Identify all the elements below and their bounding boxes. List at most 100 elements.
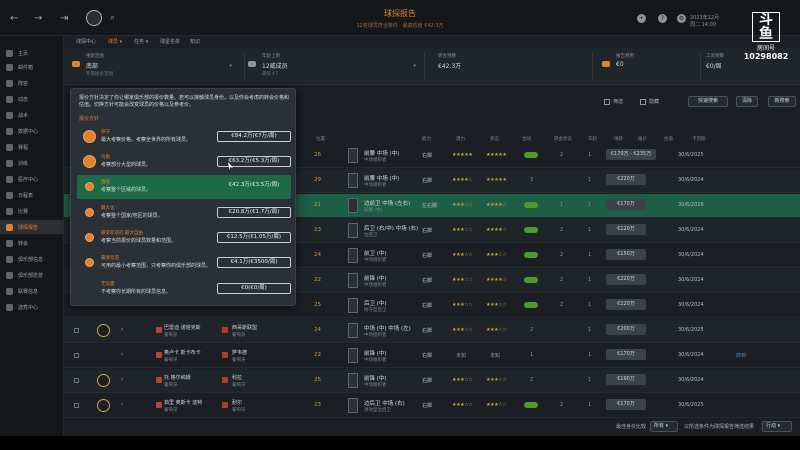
option-value: €84.2万(€7万/周) [217, 131, 291, 142]
sidebar-item-draft-center[interactable]: 选秀中心 [0, 300, 64, 314]
table-row[interactable]: › 奥卢卡 斯卡布卡 葡萄牙 萨韦德 葡萄牙 22 前锋 (中) 中场组织者 右… [64, 344, 800, 368]
column-header-age[interactable]: 年龄 [588, 136, 597, 142]
tab-knowledge[interactable]: 知识 [190, 38, 200, 45]
sidebar-item-schedule[interactable]: 赛程 [0, 140, 64, 154]
location-pin-icon[interactable]: • [637, 14, 646, 23]
sidebar-item-competitions[interactable]: 比赛 [0, 204, 64, 218]
option-value: €20.8万(€1.7万/周) [217, 207, 291, 218]
sidebar-item-data-hub[interactable]: 数据中心 [0, 124, 64, 138]
potential-stars: ★★★☆☆ [486, 327, 507, 333]
contract-expiry: 30/6/2025 [678, 327, 704, 333]
clear-button[interactable]: 清除 [736, 96, 758, 107]
quick-search-button[interactable]: 快速搜索 [688, 96, 728, 107]
column-header-contract[interactable]: 合同 [522, 136, 531, 142]
sidebar-label: 邮件箱 [18, 64, 34, 71]
sidebar-item-club-info[interactable]: 俱乐部信息 [0, 252, 64, 266]
sidebar-item-inbox[interactable]: 邮件箱 [0, 60, 64, 74]
filter-sub: 专属搜索范围 [86, 72, 113, 77]
back-arrow-icon[interactable]: ← [10, 13, 18, 24]
column-header-expiry[interactable]: 卡到期 [692, 136, 706, 142]
club-name[interactable]: 西哥斯联盟 [232, 324, 257, 331]
forward-arrow-icon[interactable]: → [34, 13, 42, 24]
tab-assignments[interactable]: 任务 ▾ [134, 38, 148, 45]
search-icon[interactable]: ⌕ [110, 13, 115, 23]
chevron-right-icon[interactable]: › [121, 326, 123, 333]
action-select[interactable]: 行动 ▾ [762, 421, 792, 432]
chevron-right-icon[interactable]: › [121, 351, 123, 358]
sidebar-label: 俱乐部信息 [18, 256, 44, 263]
tab-scouting-center[interactable]: 球探中心 [76, 38, 96, 45]
tab-shortlist[interactable]: 球星名单 [160, 38, 180, 45]
date-label: 2023年12月 [690, 15, 720, 21]
next-arrow-icon[interactable]: ⇥ [60, 13, 68, 24]
column-header-offer[interactable]: 报价 [638, 136, 647, 142]
filter-checkbox[interactable] [604, 99, 610, 105]
sidebar-item-club-vision[interactable]: 俱乐部愿景 [0, 268, 64, 282]
strategy-option-conservative[interactable]: 保守 最大考察价格。考察全世界的所有球员。 €84.2万(€7万/周) [77, 125, 291, 149]
club-name[interactable]: 科拉 [232, 374, 242, 381]
chevron-right-icon[interactable]: › [121, 401, 123, 408]
club-crest-icon [222, 377, 228, 383]
help-icon[interactable]: ? [658, 14, 667, 23]
strategy-option-balanced[interactable]: 均衡 考察部分大型的球员。 €63.2万(€5.3万/周) [77, 150, 291, 174]
go-to-link[interactable]: 转到 [736, 352, 746, 359]
sidebar-item-league-info[interactable]: 联赛信息 [0, 284, 64, 298]
chevron-right-icon[interactable]: › [121, 376, 123, 383]
player-name[interactable]: 奥卢卡 斯卡布卡 [164, 349, 201, 356]
column-header-potential[interactable]: 潜力 [456, 136, 465, 142]
top-bar: ← → ⇥ ⌕ 球探报告 12名球员符合条件 · 最高估值 €42.3万 • ?… [0, 0, 800, 36]
tab-players[interactable]: 球员 ▾ [108, 38, 122, 45]
scout-range-filter[interactable]: 搜索范围 南部 专属搜索范围 ▾ [72, 53, 236, 81]
row-checkbox[interactable] [74, 328, 79, 333]
column-header-transfer-status[interactable]: 转会状态 [554, 136, 572, 142]
table-row[interactable]: › 托 格尔纳姆 葡萄牙 科拉 葡萄牙 25 前锋 (中) 中场组织者 右脚 ★… [64, 369, 800, 393]
ability-stars: ★★★☆☆ [452, 227, 473, 233]
strategy-option-none[interactable]: 无设置 不考察你长期所有的球员信息。 €0(€0/周) [77, 277, 291, 301]
sidebar-item-medical[interactable]: 医疗中心 [0, 172, 64, 186]
column-header-ability[interactable]: 能力 [422, 136, 431, 142]
club-name[interactable]: 萨韦德 [232, 349, 247, 356]
sidebar-item-squad[interactable]: 阵容 [0, 76, 64, 90]
compare-select[interactable]: 所有 ▾ [650, 421, 678, 432]
sidebar-item-calendar[interactable]: 日程表 [0, 188, 64, 202]
sidebar-item-scouting[interactable]: 球探报告 [0, 220, 64, 234]
column-header-status[interactable]: 状态 [490, 136, 499, 142]
column-header-value[interactable]: 估值 [664, 136, 673, 142]
player-position: 前锋 (中) [364, 276, 387, 282]
option-name: 最受欢迎 [101, 256, 119, 261]
strategy-option-aggressive[interactable]: 激进 考察整个区域的球员。 €42.3万(€3.5万/周) [77, 175, 291, 199]
strategy-option-maximize[interactable]: 最大化 考察整个国家/地区的球员。 €20.8万(€1.7万/周) [77, 201, 291, 225]
settings-gear-icon[interactable]: ⚙ [677, 14, 686, 23]
club-badge-icon[interactable] [86, 10, 102, 26]
new-search-button[interactable]: 新搜索 [768, 96, 796, 107]
hide-checkbox[interactable] [640, 99, 646, 105]
pitch-position-icon [348, 323, 358, 338]
row-checkbox[interactable] [74, 378, 79, 383]
sidebar-item-training[interactable]: 训练 [0, 156, 64, 170]
row-checkbox[interactable] [74, 403, 79, 408]
player-name[interactable]: 巴雷迪 诺塔克斯 [164, 324, 201, 331]
status-value: 2 [530, 377, 534, 383]
sidebar-item-transfers[interactable]: 转会 [0, 236, 64, 250]
player-name[interactable]: 托 格尔纳姆 [164, 374, 191, 381]
table-row[interactable]: › 茹里 奥斯卡 迪特 葡萄牙 耐尔 葡萄牙 23 边后卫 中场 (右) 进攻型… [64, 394, 800, 418]
age-limit-filter[interactable]: 年龄上限 12威成员 最低 €7 ▾ [248, 53, 420, 81]
strategy-option-popular[interactable]: 最受欢迎 可用的最小考察范围，只考察你的俱乐部的球员。 €4.1万(€3500/… [77, 251, 291, 275]
filter-label: 转会预算 [438, 54, 456, 59]
tab-bar: 球探中心 球员 ▾ 任务 ▾ 球星名单 知识 [64, 36, 800, 48]
sidebar-item-tactics[interactable]: 战术 [0, 108, 64, 122]
club-name[interactable]: 耐尔 [232, 399, 242, 406]
column-header-seasons[interactable]: 球龄 [614, 136, 623, 142]
player-number: 23 [314, 227, 321, 233]
ability-stars: ★★★☆☆ [452, 277, 473, 283]
table-row[interactable]: › 巴雷迪 诺塔克斯 葡萄牙 西哥斯联盟 葡萄牙 24 中场 (中) 中场 (左… [64, 319, 800, 343]
strategy-option-popular-free[interactable]: 最受欢迎的 最大自由 考察当前报价的球员数量和范围。 €12.5万(€1.05万… [77, 226, 291, 250]
shirt-icon [6, 79, 13, 87]
sidebar-item-home[interactable]: 主页 [0, 46, 64, 60]
ability-stars: ★★★★★ [452, 152, 473, 158]
player-name[interactable]: 茹里 奥斯卡 迪特 [164, 399, 202, 406]
pitch-position-icon [348, 198, 358, 213]
column-header-position[interactable]: 位置 [316, 136, 325, 142]
row-checkbox[interactable] [74, 353, 79, 358]
sidebar-item-dynamics[interactable]: 动态 [0, 92, 64, 106]
